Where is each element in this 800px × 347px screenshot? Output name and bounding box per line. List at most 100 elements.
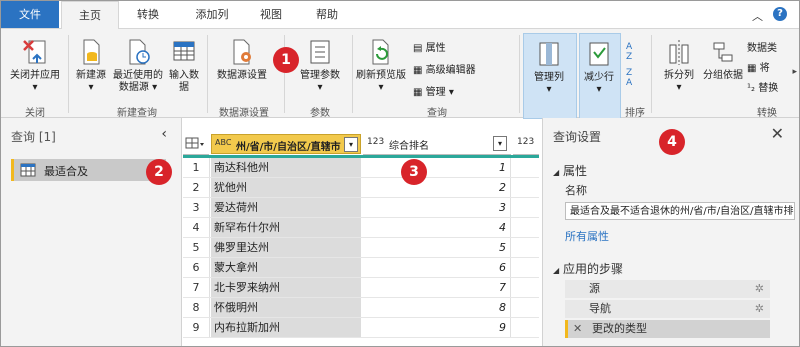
cell-state[interactable]: 怀俄明州 xyxy=(211,298,361,317)
table-row[interactable]: 7 北卡罗来纳州 7 xyxy=(183,278,539,298)
cell-state[interactable]: 蒙大拿州 xyxy=(211,258,361,277)
replace-values-button[interactable]: ¹₂ 替换 xyxy=(747,79,778,94)
tab-add-column[interactable]: 添加列 xyxy=(181,1,243,28)
properties-section[interactable]: ◢ 属性 xyxy=(553,162,587,179)
callout-2: 2 xyxy=(146,159,172,185)
row-index: 3 xyxy=(183,198,210,217)
data-source-settings-label: 数据源设置 xyxy=(217,70,267,81)
column-header-state[interactable]: ABC 州/省/市/自治区/直辖市 ▾ xyxy=(211,134,361,154)
cell-state[interactable]: 佛罗里达州 xyxy=(211,238,361,257)
svg-text:A: A xyxy=(626,42,633,52)
table-row[interactable]: 1 南达科他州 1 xyxy=(183,158,539,178)
table-row[interactable]: 9 内布拉斯加州 9 xyxy=(183,318,539,338)
sort-buttons[interactable]: A Z Z A xyxy=(623,37,645,91)
enter-data-button[interactable]: 输入数据 xyxy=(165,37,203,94)
applied-steps-section[interactable]: ◢ 应用的步骤 xyxy=(553,260,623,277)
close-apply-button[interactable]: 关闭并应用 ▾ xyxy=(5,37,65,94)
manage-columns-icon xyxy=(539,42,559,66)
manage-button[interactable]: ▦ 管理 ▾ xyxy=(413,83,454,98)
row-index: 6 xyxy=(183,258,210,277)
new-source-label: 新建源 xyxy=(76,70,106,81)
new-source-button[interactable]: 新建源 ▾ xyxy=(71,37,111,94)
column-header-next[interactable]: 123 xyxy=(513,134,539,155)
group-label-new-query: 新建查询 xyxy=(117,108,157,119)
collapse-ribbon-icon[interactable]: ︿ xyxy=(752,8,763,24)
reduce-rows-button[interactable]: 减少行 ▾ xyxy=(579,39,619,96)
refresh-preview-button[interactable]: 刷新预览版 ▾ xyxy=(355,37,407,94)
table-row[interactable]: 3 爱达荷州 3 xyxy=(183,198,539,218)
data-type-button[interactable]: 数据类 xyxy=(747,39,777,54)
query-name-field[interactable]: 最适合及最不适合退休的州/省/市/自治区/直辖市排名 xyxy=(565,202,795,220)
group-label-parameters: 参数 xyxy=(310,108,330,119)
cell-state[interactable]: 新罕布什尔州 xyxy=(211,218,361,237)
svg-text:A: A xyxy=(626,78,633,87)
query-item-label: 最适合及 xyxy=(44,165,88,178)
advanced-editor-button[interactable]: ▦ 高级编辑器 xyxy=(413,61,476,76)
data-source-settings-button[interactable]: 数据源设置 xyxy=(213,37,271,82)
row-index: 9 xyxy=(183,318,210,337)
advanced-editor-icon: ▦ xyxy=(413,65,423,76)
tab-view[interactable]: 视图 xyxy=(249,1,293,28)
table-row[interactable]: 2 犹他州 2 xyxy=(183,178,539,198)
tab-help[interactable]: 帮助 xyxy=(305,1,349,28)
table-menu-button[interactable] xyxy=(183,134,209,155)
recent-sources-label: 最近使用的数据源 xyxy=(113,70,163,93)
step-changed-type[interactable]: ✕ 更改的类型 xyxy=(565,320,770,338)
recent-sources-button[interactable]: 最近使用的数据源 ▾ xyxy=(113,37,163,94)
cell-rank[interactable]: 5 xyxy=(363,238,511,257)
ribbon-scroll-right-icon[interactable]: ▸ xyxy=(792,67,797,77)
enter-data-label: 输入数据 xyxy=(169,70,199,93)
cell-rank[interactable]: 1 xyxy=(363,158,511,177)
split-column-button[interactable]: 拆分列 ▾ xyxy=(657,37,701,94)
column-filter-icon[interactable]: ▾ xyxy=(344,137,358,152)
column-filter-icon[interactable]: ▾ xyxy=(493,136,507,151)
step-source[interactable]: 源 ✲ xyxy=(565,280,770,298)
table-row[interactable]: 5 佛罗里达州 5 xyxy=(183,238,539,258)
cell-state[interactable]: 爱达荷州 xyxy=(211,198,361,217)
manage-columns-button[interactable]: 管理列 ▾ xyxy=(525,39,573,96)
cell-rank[interactable]: 6 xyxy=(363,258,511,277)
cell-rank[interactable]: 4 xyxy=(363,218,511,237)
tab-transform[interactable]: 转换 xyxy=(123,1,173,28)
callout-3: 3 xyxy=(401,159,427,185)
cell-state[interactable]: 北卡罗来纳州 xyxy=(211,278,361,297)
table-row[interactable]: 6 蒙大拿州 6 xyxy=(183,258,539,278)
query-item[interactable]: 最适合及 xyxy=(11,159,166,181)
manage-icon: ▦ xyxy=(413,87,423,98)
delete-step-icon[interactable]: ✕ xyxy=(573,320,582,338)
table-icon xyxy=(173,41,195,61)
manage-parameters-button[interactable]: 管理参数 ▾ xyxy=(293,37,347,94)
gear-icon[interactable]: ✲ xyxy=(755,300,764,318)
cell-rank[interactable]: 7 xyxy=(363,278,511,297)
tab-file[interactable]: 文件 xyxy=(1,1,59,28)
cell-rank[interactable]: 2 xyxy=(363,178,511,197)
table-row[interactable]: 4 新罕布什尔州 4 xyxy=(183,218,539,238)
gear-icon[interactable]: ✲ xyxy=(755,280,764,298)
ribbon-separator xyxy=(651,35,652,113)
help-icon[interactable]: ? xyxy=(773,7,787,21)
data-grid: ABC 州/省/市/自治区/直辖市 ▾ 123 综合排名 ▾ 123 1 南达科他… xyxy=(183,128,539,346)
callout-4: 4 xyxy=(659,129,685,155)
properties-button[interactable]: ▤ 属性 xyxy=(413,39,446,54)
tab-home[interactable]: 主页 xyxy=(61,1,119,30)
table-row[interactable]: 8 怀俄明州 8 xyxy=(183,298,539,318)
step-navigation[interactable]: 导航 ✲ xyxy=(565,300,770,318)
group-by-button[interactable]: 分组依据 xyxy=(703,37,743,82)
use-first-row-label: 将 xyxy=(759,63,770,74)
column-header-rank[interactable]: 123 综合排名 ▾ xyxy=(363,134,511,155)
all-properties-link[interactable]: 所有属性 xyxy=(565,228,609,244)
collapse-queries-icon[interactable]: ‹ xyxy=(161,126,167,142)
split-column-label: 拆分列 xyxy=(664,70,694,81)
close-apply-arrow: ▾ xyxy=(32,82,38,93)
close-icon[interactable]: ✕ xyxy=(771,124,784,143)
ribbon-separator xyxy=(519,35,520,113)
cell-state[interactable]: 犹他州 xyxy=(211,178,361,197)
use-first-row-button[interactable]: ▦ 将 xyxy=(747,59,770,74)
cell-rank[interactable]: 3 xyxy=(363,198,511,217)
name-label: 名称 xyxy=(565,184,587,197)
row-index: 2 xyxy=(183,178,210,197)
cell-state[interactable]: 南达科他州 xyxy=(211,158,361,177)
cell-state[interactable]: 内布拉斯加州 xyxy=(211,318,361,337)
cell-rank[interactable]: 9 xyxy=(363,318,511,337)
cell-rank[interactable]: 8 xyxy=(363,298,511,317)
